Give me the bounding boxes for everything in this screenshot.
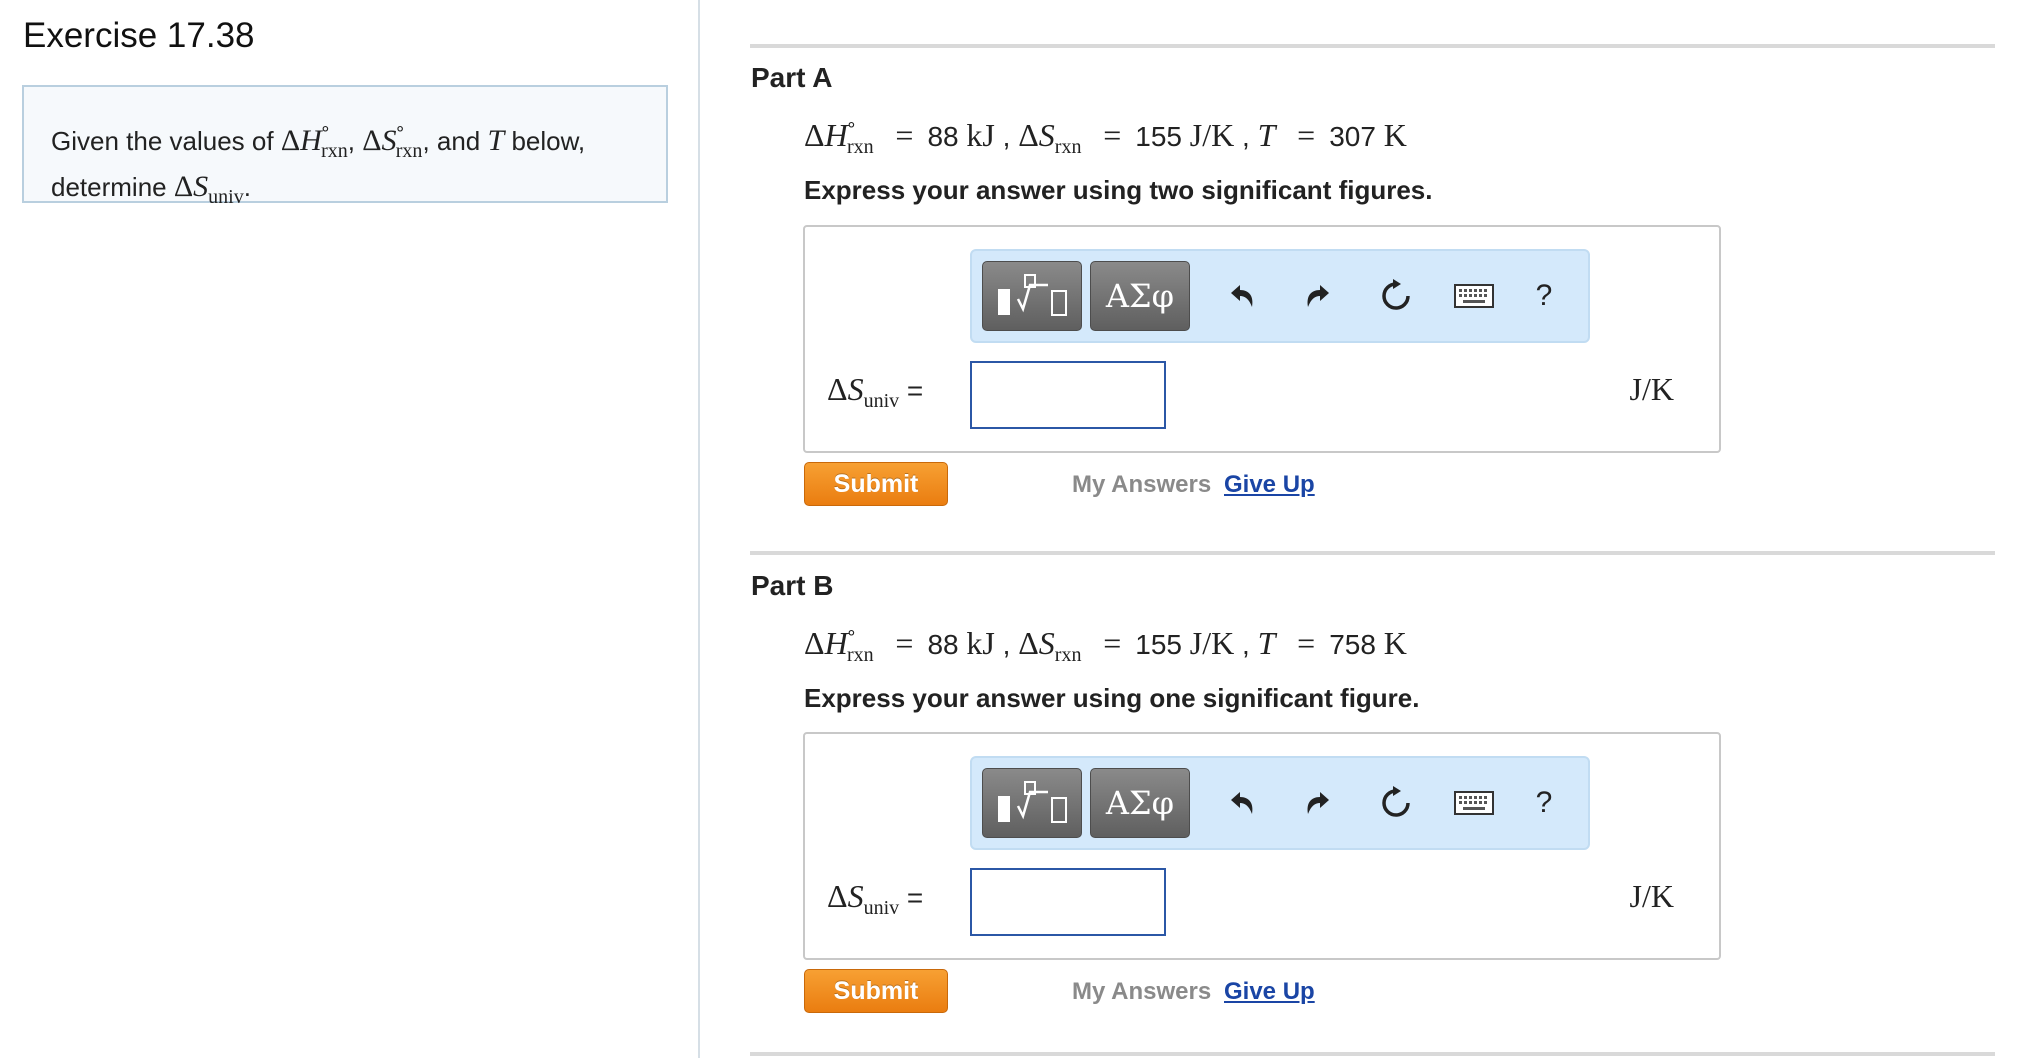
part-a-my-answers: My Answers	[1072, 471, 1212, 498]
part-a-submit-button[interactable]: Submit	[804, 462, 948, 506]
part-a-answer-input[interactable]	[970, 361, 1166, 429]
reset-icon[interactable]	[1376, 275, 1416, 317]
part-b-dh-unit: kJ	[966, 625, 995, 661]
templates-button[interactable]	[982, 768, 1082, 838]
part-b-instruction: Express your answer using one significan…	[804, 683, 1420, 713]
part-b-t-unit: K	[1383, 625, 1407, 661]
problem-statement: Given the values of ΔH∘rxn, ΔS∘rxn, and …	[22, 85, 668, 208]
part-a-t-value: 307	[1329, 121, 1376, 152]
greek-symbols-button[interactable]: ΑΣφ	[1090, 261, 1190, 331]
temperature-symbol: T	[487, 124, 505, 157]
delta-h-symbol: ΔH∘rxn	[280, 118, 348, 162]
part-b-divider	[750, 551, 1995, 555]
part-a-units: J/K	[1629, 371, 1674, 407]
part-b-ds-unit: J/K	[1189, 625, 1235, 661]
part-b-given: ΔH∘rxn = 88 kJ , ΔSrxn = 155 J/K , T = 758 …	[804, 622, 1407, 666]
part-a-title: Part A	[751, 62, 833, 93]
part-b-answer-label: ΔSuniv =	[827, 878, 924, 919]
part-b-t-value: 758	[1329, 629, 1376, 660]
part-b-title: Part B	[751, 570, 834, 601]
part-b-my-answers: My Answers	[1072, 978, 1212, 1005]
problem-determine: determine	[51, 172, 167, 202]
part-a-give-up-link[interactable]: Give Up	[1224, 471, 1315, 499]
exercise-title: Exercise 17.38	[23, 16, 255, 55]
part-b-give-up-link[interactable]: Give Up	[1224, 978, 1315, 1006]
undo-icon[interactable]	[1222, 275, 1262, 317]
part-a-divider	[750, 44, 1995, 48]
part-a-ds-value: 155	[1135, 121, 1182, 152]
part-a-t-unit: K	[1383, 117, 1407, 153]
part-b-units: J/K	[1629, 878, 1674, 914]
part-b-answer-box: ΑΣφ ? ΔSuniv = J/K	[803, 732, 1721, 960]
part-b-ds-value: 155	[1135, 629, 1182, 660]
keyboard-icon[interactable]	[1454, 275, 1494, 317]
part-a-answer-label: ΔSuniv =	[827, 371, 924, 412]
problem-below: below,	[511, 126, 586, 156]
part-b-answer-input[interactable]	[970, 868, 1166, 936]
delta-s-univ-symbol: ΔSuniv	[173, 170, 244, 208]
redo-icon[interactable]	[1298, 275, 1338, 317]
bottom-divider	[750, 1052, 1995, 1056]
reset-icon[interactable]	[1376, 782, 1416, 824]
templates-icon	[998, 781, 1067, 823]
part-a-instruction: Express your answer using two significan…	[804, 175, 1433, 205]
problem-prefix: Given the values of	[51, 126, 274, 156]
undo-icon[interactable]	[1222, 782, 1262, 824]
keyboard-icon[interactable]	[1454, 782, 1494, 824]
part-a-dh-unit: kJ	[966, 117, 995, 153]
templates-button[interactable]	[982, 261, 1082, 331]
part-b-submit-button[interactable]: Submit	[804, 969, 948, 1013]
help-icon[interactable]: ?	[1524, 782, 1564, 824]
part-a-answer-box: ΑΣφ ? ΔSuniv = J/K	[803, 225, 1721, 453]
delta-s-symbol: ΔS∘rxn	[362, 118, 423, 162]
problem-and: and	[436, 126, 481, 156]
part-b-math-toolbar: ΑΣφ ?	[970, 756, 1590, 850]
greek-symbols-button[interactable]: ΑΣφ	[1090, 768, 1190, 838]
part-a-dh-value: 88	[927, 121, 959, 152]
redo-icon[interactable]	[1298, 782, 1338, 824]
templates-icon	[998, 274, 1067, 316]
part-a-given: ΔH∘rxn = 88 kJ , ΔSrxn = 155 J/K , T = 307 …	[804, 114, 1407, 158]
part-a-math-toolbar: ΑΣφ ?	[970, 249, 1590, 343]
problem-sidebar: Exercise 17.38 Given the values of ΔH∘rx…	[0, 0, 700, 1058]
part-a-ds-unit: J/K	[1189, 117, 1235, 153]
help-icon[interactable]: ?	[1524, 275, 1564, 317]
main-content: Part A ΔH∘rxn = 88 kJ , ΔSrxn = 155 J/K , …	[698, 0, 2036, 1058]
part-b-dh-value: 88	[927, 629, 959, 660]
